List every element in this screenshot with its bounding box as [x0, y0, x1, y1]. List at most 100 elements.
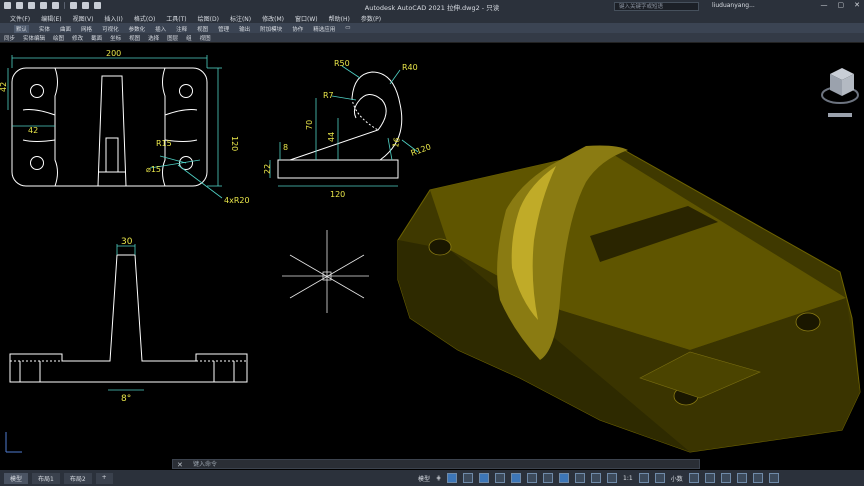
3d-osnap-icon[interactable]	[559, 473, 570, 483]
panel-coordinates[interactable]: 坐标	[110, 34, 121, 42]
dim-r120: R120	[410, 142, 433, 158]
panel-modify[interactable]: 修改	[72, 34, 83, 42]
tab-model[interactable]: 模型	[4, 473, 29, 484]
close-icon[interactable]: ✕	[177, 460, 183, 470]
dim-offset: 42	[28, 126, 38, 135]
tab-default[interactable]: 默认	[14, 24, 30, 33]
grid-icon[interactable]: ⋕	[436, 475, 441, 482]
top-view	[11, 67, 208, 187]
tab-featured-apps[interactable]: 精选应用	[313, 25, 335, 33]
boss-right-edge	[162, 67, 166, 187]
minimize-button[interactable]: —	[821, 1, 828, 9]
units-select[interactable]: 小数	[671, 474, 683, 483]
rib-slot	[105, 137, 119, 173]
menu-tools[interactable]: 工具(T)	[166, 14, 186, 23]
menu-format[interactable]: 格式(O)	[134, 14, 155, 23]
dim-fillet: R15	[156, 139, 172, 148]
dim-hole: ⌀15	[146, 165, 161, 174]
polar-icon[interactable]	[479, 473, 490, 483]
hardware-acceleration-icon[interactable]	[736, 473, 747, 483]
dim-h8: 8	[283, 143, 288, 152]
panel-solid-edit[interactable]: 实体编辑	[23, 34, 45, 42]
search-input[interactable]: 键入关键字或短语	[614, 2, 699, 11]
lineweight-icon[interactable]	[511, 473, 522, 483]
tab-collaborate[interactable]: 协作	[292, 25, 303, 33]
status-tools: 模型 ⋕ 1:1 小数	[418, 473, 779, 483]
command-input[interactable]: 键入命令	[193, 461, 217, 468]
tab-layout1[interactable]: 布局1	[32, 473, 60, 484]
model-space-button[interactable]: 模型	[418, 474, 430, 483]
ortho-icon[interactable]	[463, 473, 474, 483]
tab-addins[interactable]: 附加模块	[260, 25, 282, 33]
solid-model	[397, 145, 861, 453]
tab-layout2[interactable]: 布局2	[63, 473, 92, 484]
annotation-scale[interactable]: 1:1	[623, 475, 633, 482]
dynamic-ucs-icon[interactable]	[575, 473, 586, 483]
menu-help[interactable]: 帮助(H)	[329, 14, 350, 23]
maximize-button[interactable]: ▢	[838, 1, 845, 9]
base-profile	[277, 159, 399, 179]
dim-height: 120	[230, 136, 239, 151]
hole-bottom-left	[30, 156, 44, 170]
pad-edge-left-top	[22, 109, 56, 116]
annotation-visibility-icon[interactable]	[591, 473, 602, 483]
menu-modify[interactable]: 修改(M)	[262, 14, 284, 23]
user-menu[interactable]: liuduanyang...	[712, 2, 755, 9]
tab-insert[interactable]: 插入	[155, 25, 166, 33]
tab-visualize[interactable]: 可视化	[102, 25, 119, 33]
add-layout-button[interactable]: +	[95, 473, 113, 484]
panel-draw[interactable]: 绘图	[53, 34, 64, 42]
menu-insert[interactable]: 插入(I)	[104, 14, 122, 23]
menu-draw[interactable]: 绘图(D)	[198, 14, 219, 23]
tab-manage[interactable]: 管理	[218, 25, 229, 33]
ribbon-toggle-icon[interactable]: ▭	[345, 25, 350, 33]
clean-screen-icon[interactable]	[752, 473, 763, 483]
hole-top-left	[30, 84, 44, 98]
transparency-icon[interactable]	[527, 473, 538, 483]
tab-mesh[interactable]: 网格	[81, 25, 92, 33]
dim-top: 30	[121, 237, 133, 247]
tab-solid[interactable]: 实体	[39, 25, 50, 33]
layout-tabs: 模型 布局1 布局2 +	[4, 473, 113, 484]
selection-cycling-icon[interactable]	[543, 473, 554, 483]
panel-selection[interactable]: 选择	[148, 34, 159, 42]
panel-section[interactable]: 截面	[91, 34, 102, 42]
hole-top-right	[179, 84, 193, 98]
tab-parametric[interactable]: 参数化	[129, 25, 146, 33]
workspace-icon[interactable]	[638, 473, 649, 483]
snap-icon[interactable]	[447, 473, 458, 483]
panel-sync[interactable]: 同步	[4, 34, 15, 42]
menu-edit[interactable]: 编辑(E)	[41, 14, 61, 23]
cursor-crosshair	[282, 230, 369, 313]
customization-menu-icon[interactable]	[768, 473, 779, 483]
tab-view[interactable]: 视图	[197, 25, 208, 33]
annotation-monitor-icon[interactable]	[654, 473, 665, 483]
panel-views[interactable]: 视图	[200, 34, 211, 42]
quick-properties-icon[interactable]	[688, 473, 699, 483]
panel-bar: 同步 实体编辑 绘图 修改 截面 坐标 视图 选择 图层 组 视图	[0, 33, 864, 43]
command-line[interactable]: ✕ 键入命令	[172, 459, 700, 469]
panel-view[interactable]: 视图	[129, 34, 140, 42]
tab-surface[interactable]: 曲面	[60, 25, 71, 33]
front-outline	[9, 254, 248, 383]
close-button[interactable]: ✕	[854, 1, 860, 9]
menu-bar: 文件(F) 编辑(E) 视图(V) 插入(I) 格式(O) 工具(T) 绘图(D…	[0, 13, 864, 23]
menu-view[interactable]: 视图(V)	[73, 14, 94, 23]
title-bar: Autodesk AutoCAD 2021 拉伸.dwg2 - 只读 键入关键字…	[0, 0, 864, 13]
isolate-objects-icon[interactable]	[720, 473, 731, 483]
osnap-icon[interactable]	[495, 473, 506, 483]
panel-layers[interactable]: 图层	[167, 34, 178, 42]
drawing-canvas[interactable]: 200 120 42 42 R15 ⌀15 4xR20 R50 R40 R7 7…	[0, 43, 864, 460]
pad-edge-right-top	[164, 109, 198, 116]
menu-window[interactable]: 窗口(W)	[295, 14, 318, 23]
lock-ui-icon[interactable]	[704, 473, 715, 483]
status-bar: 模型 布局1 布局2 + 模型 ⋕ 1:1 小数	[0, 470, 864, 486]
menu-file[interactable]: 文件(F)	[10, 14, 30, 23]
viewcube[interactable]	[820, 62, 860, 118]
panel-groups[interactable]: 组	[186, 34, 192, 42]
menu-parameter[interactable]: 参数(P)	[361, 14, 381, 23]
auto-scale-icon[interactable]	[607, 473, 618, 483]
tab-output[interactable]: 输出	[239, 25, 250, 33]
menu-dimension[interactable]: 标注(N)	[230, 14, 251, 23]
tab-annotate[interactable]: 注释	[176, 25, 187, 33]
